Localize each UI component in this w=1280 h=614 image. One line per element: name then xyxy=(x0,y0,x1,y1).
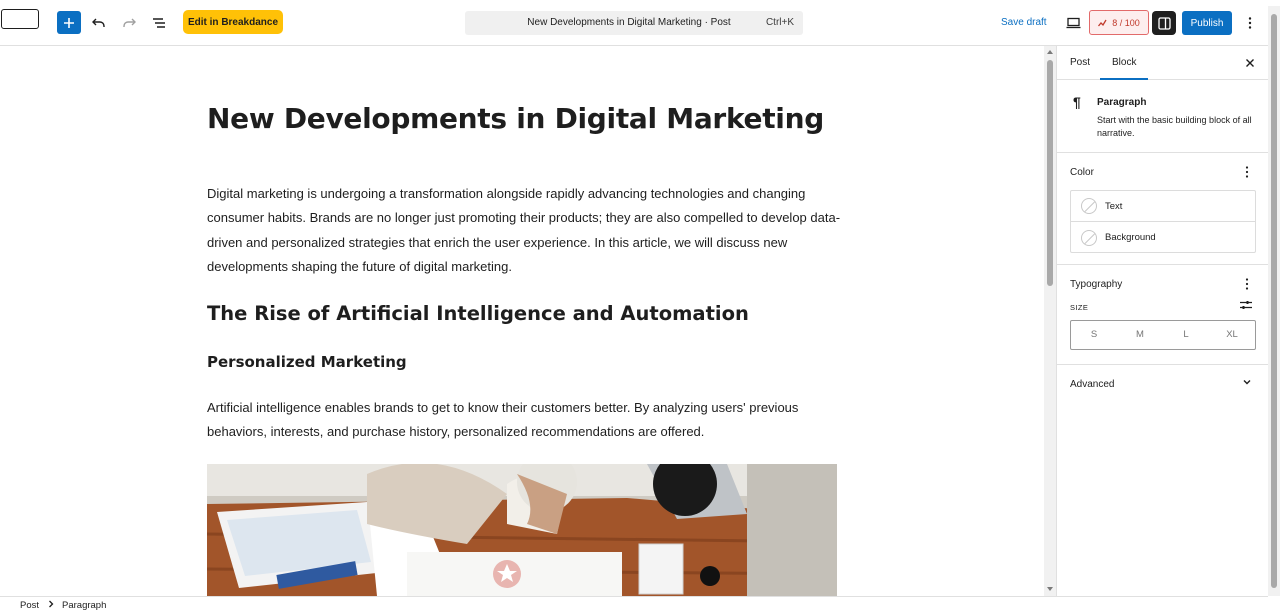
breadcrumb-paragraph[interactable]: Paragraph xyxy=(62,600,106,611)
settings-sliders-icon xyxy=(1240,301,1252,309)
block-name: Paragraph xyxy=(1097,97,1147,108)
settings-sidebar: Post Block ¶ Paragraph Start with the ba… xyxy=(1056,46,1269,596)
typography-options-button[interactable] xyxy=(1239,276,1255,292)
heading-personalized-marketing[interactable]: Personalized Marketing xyxy=(207,353,407,371)
advanced-panel-title: Advanced xyxy=(1070,379,1115,390)
meeting-table-photo xyxy=(207,464,837,596)
color-panel-title: Color xyxy=(1070,167,1094,178)
undo-button[interactable] xyxy=(88,12,110,34)
redo-icon xyxy=(123,18,136,27)
undo-icon xyxy=(92,18,105,27)
page-scroll-thumb[interactable] xyxy=(1271,14,1277,588)
options-menu-button[interactable] xyxy=(1240,13,1260,33)
command-palette-button[interactable]: New Developments in Digital Marketing · … xyxy=(465,11,803,35)
text-color-button[interactable]: Text xyxy=(1071,191,1255,222)
heading-ai-automation[interactable]: The Rise of Artificial Intelligence and … xyxy=(207,302,749,325)
chevron-down-icon xyxy=(1241,375,1253,387)
canvas-scroll-thumb[interactable] xyxy=(1047,60,1053,286)
typography-panel: Typography SIZE S M L XL xyxy=(1057,265,1269,365)
block-card: ¶ Paragraph Start with the basic buildin… xyxy=(1057,80,1269,153)
breadcrumb-post[interactable]: Post xyxy=(20,600,39,611)
more-options-icon xyxy=(1248,17,1252,29)
size-option-xl[interactable]: XL xyxy=(1209,321,1255,349)
editor-canvas[interactable]: New Developments in Digital Marketing Di… xyxy=(0,46,1044,596)
size-option-s[interactable]: S xyxy=(1071,321,1117,349)
paragraph-icon: ¶ xyxy=(1073,94,1081,110)
empty-swatch-icon xyxy=(1081,229,1097,246)
post-title[interactable]: New Developments in Digital Marketing xyxy=(207,102,824,135)
personalized-paragraph[interactable]: Artificial intelligence enables brands t… xyxy=(207,396,847,445)
seo-score-badge[interactable]: 8 / 100 xyxy=(1089,10,1149,35)
preview-button[interactable] xyxy=(1062,12,1084,34)
intro-paragraph[interactable]: Digital marketing is undergoing a transf… xyxy=(207,182,847,279)
editor-toolbar: Edit in Breakdance New Developments in D… xyxy=(0,0,1280,46)
color-options-button[interactable] xyxy=(1239,164,1255,180)
text-color-label: Text xyxy=(1105,200,1123,212)
edit-in-breakdance-button[interactable]: Edit in Breakdance xyxy=(183,10,283,34)
size-option-m[interactable]: M xyxy=(1117,321,1163,349)
add-block-button[interactable] xyxy=(57,11,81,34)
size-option-l[interactable]: L xyxy=(1163,321,1209,349)
settings-sidebar-toggle[interactable] xyxy=(1152,11,1176,35)
document-title: New Developments in Digital Marketing · … xyxy=(527,17,731,28)
color-panel: Color Text Background xyxy=(1057,153,1269,265)
font-size-picker: S M L XL xyxy=(1070,320,1256,350)
size-label: SIZE xyxy=(1070,303,1089,312)
scroll-up-arrow[interactable] xyxy=(1047,50,1053,54)
chevron-right-icon xyxy=(47,599,55,612)
sidebar-tabs: Post Block xyxy=(1057,46,1269,80)
site-icon-button[interactable] xyxy=(1,9,39,29)
image-block[interactable] xyxy=(207,464,837,596)
advanced-panel-toggle[interactable]: Advanced xyxy=(1057,365,1269,397)
block-description: Start with the basic building block of a… xyxy=(1097,115,1252,138)
custom-size-button[interactable] xyxy=(1239,298,1255,314)
page-scrollbar[interactable] xyxy=(1268,6,1280,596)
publish-button[interactable]: Publish xyxy=(1182,11,1232,35)
sidebar-toggle-icon xyxy=(1157,16,1171,30)
close-icon xyxy=(1246,59,1254,67)
typography-panel-title: Typography xyxy=(1070,279,1123,290)
close-sidebar-button[interactable] xyxy=(1243,56,1257,70)
list-view-button[interactable] xyxy=(148,12,170,34)
block-breadcrumb: Post Paragraph xyxy=(0,596,1268,614)
scroll-down-arrow[interactable] xyxy=(1047,587,1053,591)
empty-swatch-icon xyxy=(1081,198,1097,214)
color-settings-group: Text Background xyxy=(1070,190,1256,253)
redo-button[interactable] xyxy=(118,12,140,34)
background-color-label: Background xyxy=(1105,232,1156,243)
command-shortcut: Ctrl+K xyxy=(765,17,794,28)
list-view-icon xyxy=(153,18,165,28)
seo-chart-icon xyxy=(1098,19,1107,26)
canvas-scrollbar[interactable] xyxy=(1044,46,1056,596)
background-color-button[interactable]: Background xyxy=(1071,222,1255,253)
tab-block[interactable]: Block xyxy=(1112,57,1136,68)
plus-icon xyxy=(64,17,74,28)
save-draft-button[interactable]: Save draft xyxy=(1001,17,1047,28)
tab-post[interactable]: Post xyxy=(1070,57,1090,68)
more-options-icon xyxy=(1245,166,1249,178)
seo-score: 8 / 100 xyxy=(1112,17,1140,28)
more-options-icon xyxy=(1245,278,1249,290)
desktop-preview-icon xyxy=(1066,17,1080,29)
